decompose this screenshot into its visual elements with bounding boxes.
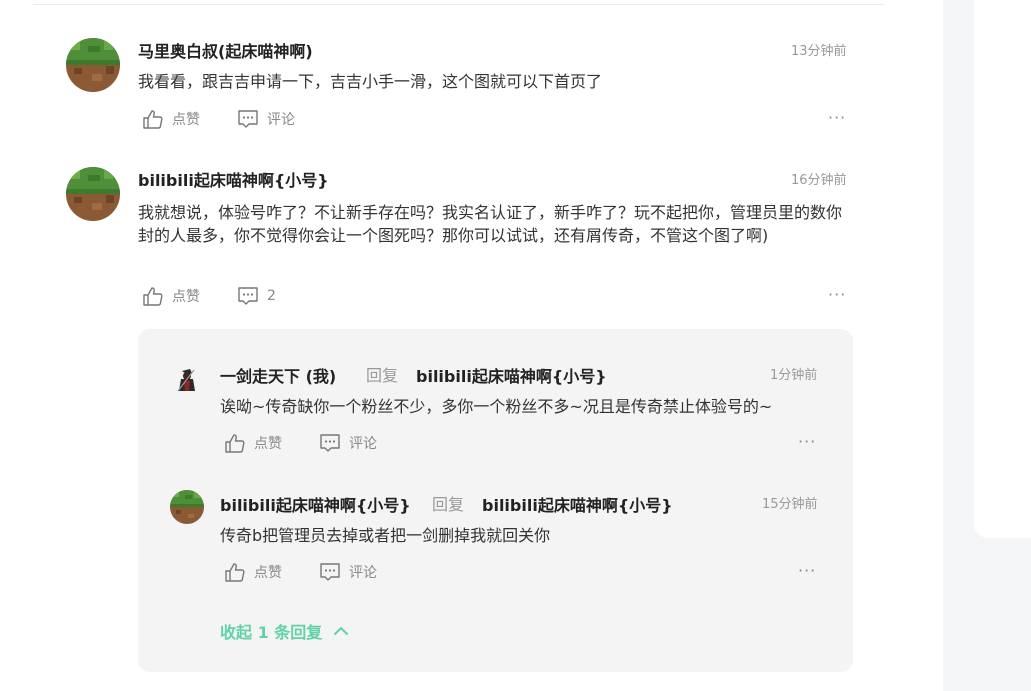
reply-author[interactable]: bilibili起床喵神啊{小号} — [220, 492, 411, 516]
like-button[interactable]: 点赞 — [142, 108, 200, 130]
reply-word: 回复 — [366, 366, 399, 385]
like-label: 点赞 — [254, 565, 282, 581]
comment-text: 我看看，跟吉吉申请一下，吉吉小手一滑，这个图就可以下首页了 — [138, 72, 603, 91]
grass-block-avatar[interactable] — [170, 490, 204, 524]
reply-author[interactable]: 一剑走天下 (我) — [220, 363, 336, 387]
reply-text: 诶呦~传奇缺你一个粉丝不少，多你一个粉丝不多~况且是传奇禁止体验号的~ — [220, 397, 773, 416]
like-label: 点赞 — [172, 112, 200, 128]
comment-button[interactable]: 评论 — [237, 108, 295, 130]
like-label: 点赞 — [254, 436, 282, 452]
collapse-replies-button[interactable]: 收起 1 条回复 — [220, 619, 350, 643]
comment-time: 13分钟前 — [791, 44, 847, 59]
thumbs-up-icon — [143, 287, 163, 306]
like-button[interactable]: 点赞 — [224, 561, 282, 583]
grass-block-avatar[interactable] — [66, 38, 120, 92]
comment-bubble-icon — [238, 287, 258, 305]
collapse-replies-label: 收起 1 条回复 — [220, 623, 323, 642]
reply-time: 1分钟前 — [770, 368, 818, 383]
swordsman-avatar[interactable] — [170, 361, 204, 395]
comment-count: 2 — [267, 288, 276, 304]
more-options-icon[interactable]: ··· — [798, 561, 816, 580]
more-options-icon[interactable]: ··· — [798, 432, 816, 451]
comment-bubble-icon — [320, 563, 340, 581]
comment-author[interactable]: bilibili起床喵神啊{小号} — [138, 167, 329, 191]
reply-text: 传奇b把管理员去掉或者把一剑删掉我就回关你 — [220, 526, 551, 545]
comment-label: 评论 — [349, 436, 377, 452]
reply-to-user[interactable]: bilibili起床喵神啊{小号} — [482, 492, 673, 516]
reply-time: 15分钟前 — [762, 497, 818, 512]
right-sidebar-card — [974, 0, 1031, 538]
thumbs-up-icon — [143, 110, 163, 129]
comment-button[interactable]: 2 — [237, 285, 276, 307]
grass-block-avatar[interactable] — [66, 167, 120, 221]
chevron-up-icon — [334, 627, 349, 635]
top-divider — [33, 4, 884, 5]
comment-text: 我就想说，体验号咋了？不让新手存在吗？我实名认证了，新手咋了？玩不起把你，管理员… — [138, 203, 843, 245]
comment-bubble-icon — [320, 434, 340, 452]
reply-word: 回复 — [432, 495, 465, 514]
more-options-icon[interactable]: ··· — [828, 285, 846, 304]
like-label: 点赞 — [172, 289, 200, 305]
like-button[interactable]: 点赞 — [142, 285, 200, 307]
comment-button[interactable]: 评论 — [319, 432, 377, 454]
reply-to-user[interactable]: bilibili起床喵神啊{小号} — [416, 363, 607, 387]
comment-time: 16分钟前 — [791, 173, 847, 188]
comment-bubble-icon — [238, 110, 258, 128]
comment-author[interactable]: 马里奥白叔(起床喵神啊) — [138, 38, 313, 62]
like-button[interactable]: 点赞 — [224, 432, 282, 454]
comment-label: 评论 — [349, 565, 377, 581]
comment-button[interactable]: 评论 — [319, 561, 377, 583]
thumbs-up-icon — [225, 563, 245, 582]
comment-label: 评论 — [267, 112, 295, 128]
more-options-icon[interactable]: ··· — [828, 108, 846, 127]
thumbs-up-icon — [225, 434, 245, 453]
